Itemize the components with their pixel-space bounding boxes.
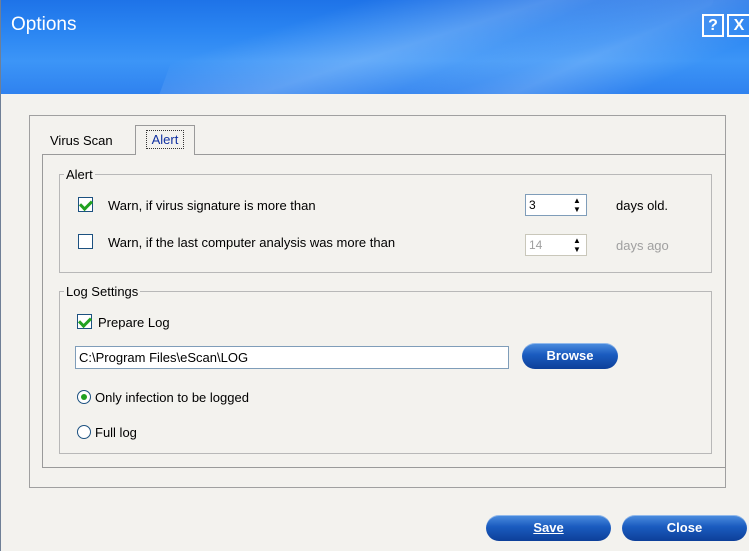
log-path-input[interactable]: C:\Program Files\eScan\LOG [75, 346, 509, 369]
alert-group: Alert [59, 167, 712, 273]
window-title: Options [11, 14, 77, 35]
warn-signature-checkbox[interactable] [78, 197, 93, 212]
signature-days-value: 3 [529, 198, 536, 212]
analysis-days-value: 14 [529, 238, 543, 252]
close-icon[interactable]: X [727, 14, 749, 37]
tab-virus-scan[interactable]: Virus Scan [45, 127, 135, 154]
signature-days-spinner[interactable]: 3 ▲ ▼ [525, 194, 587, 216]
warn-analysis-label: Warn, if the last computer analysis was … [108, 235, 396, 250]
prepare-log-label: Prepare Log [98, 315, 170, 330]
radio-only-infection[interactable] [77, 390, 91, 404]
signature-days-suffix: days old. [616, 198, 669, 213]
analysis-days-suffix: days ago [616, 238, 669, 253]
help-icon[interactable]: ? [702, 14, 724, 37]
prepare-log-checkbox[interactable] [77, 314, 92, 329]
title-bar-decoration [388, 0, 749, 94]
options-window: Options ? X Virus Scan Alert Alert Warn,… [0, 0, 749, 551]
save-button[interactable]: Save [486, 515, 611, 541]
save-button-label: Save [533, 520, 564, 535]
spin-arrows-icon: ▲ ▼ [573, 236, 581, 254]
tab-alert[interactable]: Alert [135, 125, 195, 155]
analysis-days-spinner: 14 ▲ ▼ [525, 234, 587, 256]
alert-group-legend: Alert [66, 167, 93, 182]
radio-only-infection-label: Only infection to be logged [95, 390, 249, 405]
close-button[interactable]: Close [622, 515, 747, 541]
title-bar: Options ? X [1, 0, 749, 94]
radio-full-log-label: Full log [95, 425, 137, 440]
radio-full-log[interactable] [77, 425, 91, 439]
warn-signature-label: Warn, if virus signature is more than [108, 198, 316, 213]
log-settings-group: Log Settings [59, 284, 712, 454]
tab-alert-label: Alert [145, 130, 185, 149]
spin-arrows-icon[interactable]: ▲ ▼ [569, 196, 585, 214]
browse-button[interactable]: Browse [522, 343, 618, 369]
warn-analysis-checkbox[interactable] [78, 234, 93, 249]
log-settings-legend: Log Settings [66, 284, 139, 299]
